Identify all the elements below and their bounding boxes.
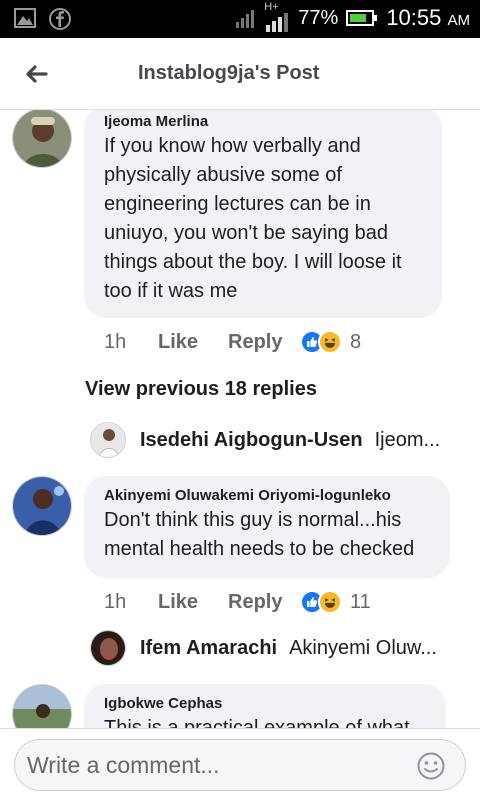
comment-line: things about the boy. I will loose it xyxy=(104,251,402,273)
reactions-summary[interactable] xyxy=(300,330,342,354)
haha-reaction-icon xyxy=(318,590,342,614)
mobile-data-indicator: H+ xyxy=(264,1,290,32)
avatar[interactable] xyxy=(90,630,126,666)
battery-percent: 77% xyxy=(298,6,339,29)
view-previous-replies-link[interactable]: View previous 18 replies xyxy=(85,378,317,401)
comment-line: too if it was me xyxy=(104,280,238,302)
profile-photo-icon xyxy=(91,423,125,457)
reaction-count[interactable]: 11 xyxy=(350,591,371,614)
avatar[interactable] xyxy=(12,110,72,168)
status-bar: H+ 77% 10:55 AM xyxy=(0,0,480,38)
comment-time[interactable]: 1h xyxy=(104,331,158,354)
comment-actions: 1h Like Reply 8 xyxy=(104,330,361,354)
facebook-icon xyxy=(49,8,71,30)
reply-snippet: Ijeom... xyxy=(374,428,441,451)
signal-icon xyxy=(236,10,255,28)
comment-line: engineering lectures can be in xyxy=(104,193,371,215)
comment-bubble[interactable]: Igbokwe Cephas This is a practical examp… xyxy=(84,684,446,728)
comment-bubble[interactable]: Ijeoma Merlina If you know how verbally … xyxy=(84,110,442,318)
reply-author[interactable]: Ifem Amarachi xyxy=(140,637,277,660)
reactions-summary[interactable] xyxy=(300,590,342,614)
reaction-count[interactable]: 8 xyxy=(350,331,361,354)
clock-ampm: AM xyxy=(447,12,471,29)
gallery-icon xyxy=(14,8,36,28)
clock: 10:55 AM xyxy=(386,5,470,31)
profile-photo-icon xyxy=(13,685,71,728)
comment-text: If you know how verbally and physically … xyxy=(104,132,422,306)
comment-line: physically abusive some of xyxy=(104,164,342,186)
page-title: Instablog9ja's Post xyxy=(138,62,320,84)
profile-photo-icon xyxy=(13,477,71,535)
comment-text: Don't think this guy is normal...his men… xyxy=(104,506,430,564)
clock-time: 10:55 xyxy=(386,5,442,30)
reply-author[interactable]: Isedehi Aigbogun-Usen xyxy=(140,429,363,452)
reply-snippet: Akinyemi Oluw... xyxy=(289,636,437,659)
comment-line: mental health needs to be checked xyxy=(104,538,415,560)
comment-composer xyxy=(0,728,480,800)
like-button[interactable]: Like xyxy=(158,591,228,614)
app-bar: Instablog9ja's Post xyxy=(0,38,480,110)
comment-author[interactable]: Akinyemi Oluwakemi Oriyomi-logunleko xyxy=(104,487,430,504)
avatar[interactable] xyxy=(12,476,72,536)
comments-thread[interactable]: Ijeoma Merlina If you know how verbally … xyxy=(0,110,480,728)
comment-line: This is a practical example of what xyxy=(104,717,410,728)
reply-preview[interactable]: Ifem Amarachi Akinyemi Oluw... xyxy=(90,630,450,666)
comment-line: If you know how verbally and xyxy=(104,135,361,157)
reply-button[interactable]: Reply xyxy=(228,591,300,614)
like-button[interactable]: Like xyxy=(158,331,228,354)
back-arrow-icon[interactable] xyxy=(20,58,52,90)
battery-icon xyxy=(346,10,378,26)
haha-reaction-icon xyxy=(318,330,342,354)
profile-photo-icon xyxy=(91,631,125,665)
comment-time[interactable]: 1h xyxy=(104,591,158,614)
comment-line: Don't think this guy is normal...his xyxy=(104,509,402,531)
comment-author[interactable]: Ijeoma Merlina xyxy=(104,113,422,130)
comment-bubble[interactable]: Akinyemi Oluwakemi Oriyomi-logunleko Don… xyxy=(84,476,450,578)
comment-author[interactable]: Igbokwe Cephas xyxy=(104,695,426,712)
reply-button[interactable]: Reply xyxy=(228,331,300,354)
comment-input[interactable] xyxy=(14,739,466,791)
profile-photo-icon xyxy=(13,110,71,167)
avatar[interactable] xyxy=(12,684,72,728)
emoji-icon[interactable] xyxy=(416,751,446,781)
comment-line: uniuyo, you won't be saying bad xyxy=(104,222,389,244)
avatar[interactable] xyxy=(90,422,126,458)
comment-text: This is a practical example of what xyxy=(104,714,426,728)
reply-preview[interactable]: Isedehi Aigbogun-Usen Ijeom... xyxy=(90,422,450,458)
signal-strength-icon xyxy=(266,13,289,32)
comment-actions: 1h Like Reply 11 xyxy=(104,590,371,614)
